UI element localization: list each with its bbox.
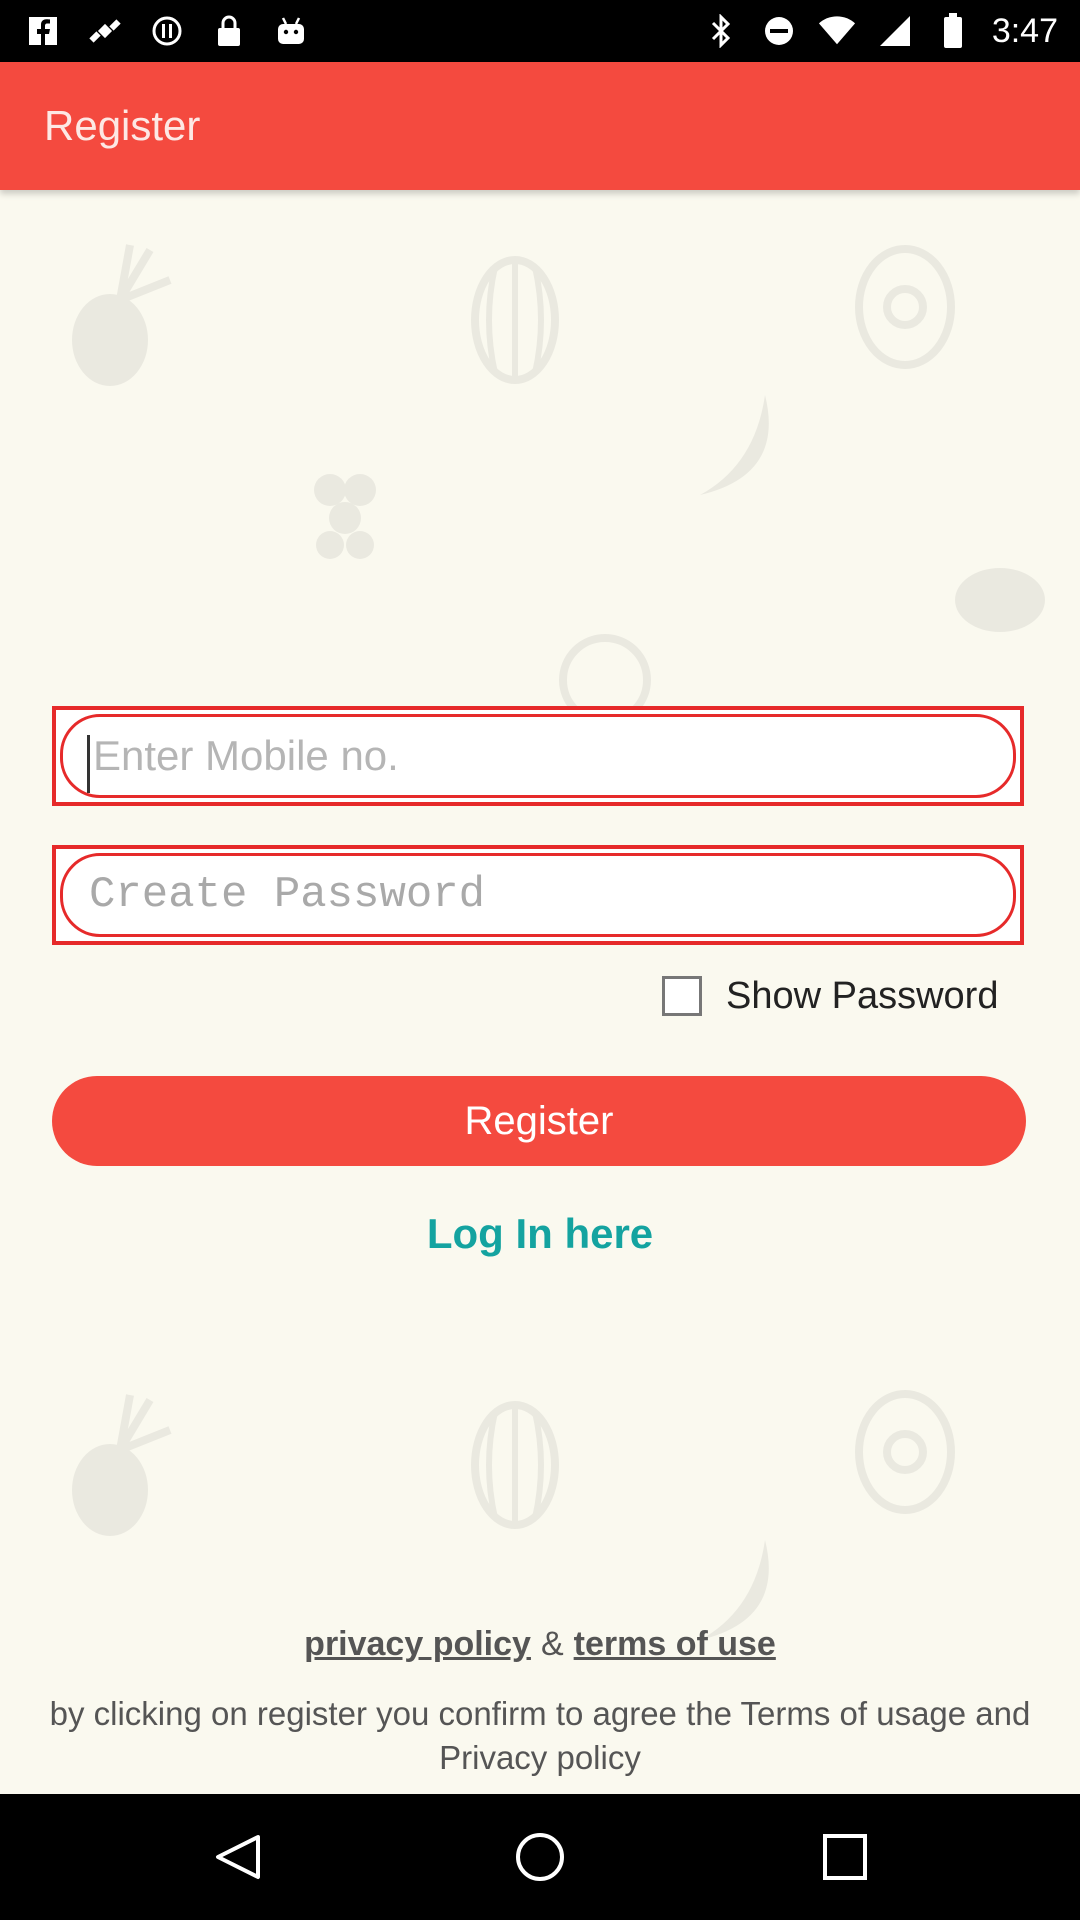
wifi-icon bbox=[818, 12, 856, 50]
facebook-icon bbox=[24, 12, 62, 50]
page-title: Register bbox=[44, 102, 201, 149]
mobile-number-placeholder: Enter Mobile no. bbox=[93, 732, 399, 779]
bluetooth-icon bbox=[702, 12, 740, 50]
battery-icon bbox=[934, 12, 972, 50]
terms-of-use-link[interactable]: terms of use bbox=[574, 1625, 776, 1663]
donut-doodle-icon bbox=[855, 245, 955, 369]
pineapple-doodle-icon bbox=[72, 1394, 172, 1536]
melon-doodle-icon bbox=[471, 1401, 559, 1529]
steak-doodle-icon bbox=[955, 568, 1045, 632]
back-icon[interactable] bbox=[208, 1832, 268, 1882]
status-bar: 3:47 bbox=[0, 0, 1080, 62]
donut-doodle-icon bbox=[855, 1390, 955, 1514]
privacy-policy-link[interactable]: privacy policy bbox=[304, 1625, 531, 1663]
text-cursor bbox=[87, 735, 90, 793]
lock-icon bbox=[210, 12, 248, 50]
banana-doodle-icon bbox=[700, 395, 769, 495]
pineapple-doodle-icon bbox=[72, 244, 172, 386]
media-icon bbox=[148, 12, 186, 50]
ampersand: & bbox=[540, 1625, 564, 1663]
show-password-label: Show Password bbox=[726, 974, 999, 1017]
signal-icon bbox=[876, 12, 914, 50]
home-icon[interactable] bbox=[510, 1832, 570, 1882]
satellite-fake-gps-icon bbox=[86, 12, 124, 50]
consent-text: by clicking on register you confirm to a… bbox=[49, 1695, 1031, 1776]
navigation-bar bbox=[0, 1794, 1080, 1920]
show-password-checkbox[interactable] bbox=[662, 976, 702, 1016]
recents-icon[interactable] bbox=[815, 1832, 875, 1882]
register-button[interactable]: Register bbox=[52, 1076, 1026, 1166]
do-not-disturb-icon bbox=[760, 12, 798, 50]
policy-links: privacy policy & terms of use bbox=[0, 1625, 1080, 1664]
login-link[interactable]: Log In here bbox=[0, 1210, 1080, 1258]
grapes-doodle-icon bbox=[314, 474, 376, 559]
melon-doodle-icon bbox=[471, 256, 559, 384]
app-bar: Register bbox=[0, 62, 1080, 190]
android-icon bbox=[272, 12, 310, 50]
password-field[interactable]: Create Password bbox=[52, 845, 1024, 945]
clock: 3:47 bbox=[991, 11, 1058, 50]
show-password-toggle[interactable]: Show Password bbox=[662, 966, 998, 1026]
mobile-number-field[interactable]: Enter Mobile no. bbox=[52, 706, 1024, 806]
citrus-doodle-icon bbox=[559, 634, 651, 710]
password-placeholder: Create Password bbox=[89, 870, 486, 920]
